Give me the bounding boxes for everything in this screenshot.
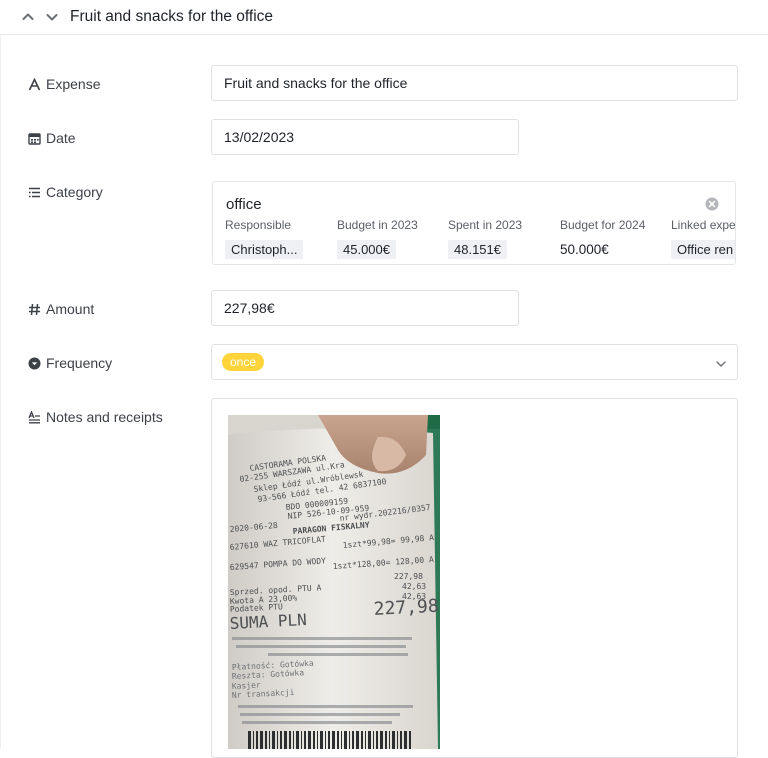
receipt-barcode bbox=[248, 731, 411, 749]
barcode-bar bbox=[325, 731, 326, 749]
category-label: Category bbox=[28, 183, 103, 201]
barcode-bar bbox=[392, 731, 395, 749]
column-header: Budget for 2024 bbox=[560, 218, 646, 232]
barcode-bar bbox=[277, 731, 278, 749]
receipt-line: 227,98 bbox=[394, 572, 423, 581]
barcode-bar bbox=[308, 731, 311, 749]
barcode-bar bbox=[320, 731, 323, 749]
responsible-chip: Christoph... bbox=[225, 240, 304, 259]
barcode-bar bbox=[337, 731, 339, 749]
barcode-bar bbox=[301, 731, 302, 749]
date-field[interactable]: 13/02/2023 bbox=[211, 119, 519, 155]
barcode-bar bbox=[373, 731, 374, 749]
amount-label-text: Amount bbox=[46, 301, 95, 317]
notes-label-text: Notes and receipts bbox=[46, 409, 163, 425]
date-label-text: Date bbox=[46, 130, 76, 146]
barcode-bar bbox=[260, 731, 263, 749]
budget-2023-chip: 45.000€ bbox=[337, 240, 396, 259]
category-column-spent-2023: Spent in 2023 48.151€ bbox=[448, 218, 522, 259]
date-label: Date bbox=[28, 129, 76, 147]
close-icon[interactable] bbox=[705, 197, 719, 211]
barcode-bar bbox=[265, 731, 267, 749]
barcode-bar bbox=[313, 731, 315, 749]
budget-2024-value: 50.000€ bbox=[560, 242, 609, 257]
barcode-bar bbox=[344, 731, 347, 749]
barcode-bar bbox=[272, 731, 275, 749]
frequency-select[interactable]: once bbox=[211, 344, 738, 380]
receipt-photo: CASTORAMA POLSKA 02-255 WARSZAWA ul.Kra … bbox=[228, 415, 440, 749]
barcode-bar bbox=[361, 731, 363, 749]
list-icon bbox=[28, 186, 41, 199]
amount-field[interactable]: 227,98€ bbox=[211, 290, 519, 326]
frequency-badge: once bbox=[222, 353, 265, 371]
barcode-bar bbox=[317, 731, 318, 749]
record-header: Fruit and snacks for the office bbox=[0, 0, 768, 35]
amount-value: 227,98€ bbox=[224, 300, 275, 316]
date-value: 13/02/2023 bbox=[224, 129, 295, 145]
text-icon bbox=[28, 77, 41, 91]
barcode-bar bbox=[284, 731, 287, 749]
column-header: Linked expe bbox=[671, 218, 736, 232]
barcode-bar bbox=[397, 731, 398, 749]
expense-value: Fruit and snacks for the office bbox=[224, 75, 408, 91]
column-header: Budget in 2023 bbox=[337, 218, 418, 232]
barcode-bar bbox=[256, 731, 258, 749]
category-column-budget-2024: Budget for 2024 50.000€ bbox=[560, 218, 645, 257]
category-name: office bbox=[226, 196, 262, 213]
barcode-bar bbox=[400, 731, 402, 749]
column-header: Responsible bbox=[225, 218, 292, 232]
category-column-linked: Linked expe Office ren bbox=[671, 218, 736, 259]
barcode-bar bbox=[248, 731, 251, 749]
barcode-bar bbox=[328, 731, 330, 749]
frequency-label-text: Frequency bbox=[46, 355, 113, 371]
category-column-budget-2023: Budget in 2023 45.000€ bbox=[337, 218, 418, 259]
barcode-bar bbox=[365, 731, 366, 749]
barcode-bar bbox=[269, 731, 270, 749]
category-link-card[interactable]: office Responsible Christoph... Budget i… bbox=[212, 181, 736, 265]
receipt-line: 42,63 bbox=[402, 582, 426, 591]
spent-2023-chip: 48.151€ bbox=[448, 240, 507, 259]
receipt-line: SUMA PLN bbox=[229, 610, 307, 633]
hash-icon bbox=[28, 303, 41, 316]
frequency-label: Frequency bbox=[28, 354, 112, 372]
barcode-bar bbox=[296, 731, 299, 749]
expense-field[interactable]: Fruit and snacks for the office bbox=[211, 65, 738, 101]
barcode-bar bbox=[385, 731, 387, 749]
barcode-bar bbox=[280, 731, 282, 749]
barcode-bar bbox=[341, 731, 342, 749]
barcode-bar bbox=[293, 731, 294, 749]
barcode-bar bbox=[349, 731, 350, 749]
amount-label: Amount bbox=[28, 300, 94, 318]
barcode-bar bbox=[380, 731, 383, 749]
barcode-bar bbox=[376, 731, 378, 749]
barcode-bar bbox=[389, 731, 390, 749]
dropdown-circle-icon bbox=[28, 357, 41, 370]
barcode-bar bbox=[352, 731, 354, 749]
category-label-text: Category bbox=[46, 184, 103, 200]
long-text-icon bbox=[28, 410, 41, 424]
barcode-bar bbox=[253, 731, 254, 749]
receipt-line: 227,98 bbox=[373, 596, 439, 620]
left-divider bbox=[0, 34, 1, 749]
linked-expense-chip: Office ren bbox=[671, 240, 735, 259]
barcode-bar bbox=[404, 731, 407, 749]
barcode-bar bbox=[409, 731, 411, 749]
category-column-responsible: Responsible Christoph... bbox=[225, 218, 304, 259]
receipt-image[interactable]: CASTORAMA POLSKA 02-255 WARSZAWA ul.Kra … bbox=[228, 415, 440, 749]
expense-label-text: Expense bbox=[46, 76, 101, 92]
chevron-up-icon[interactable] bbox=[21, 10, 35, 24]
calendar-icon bbox=[28, 132, 41, 145]
barcode-bar bbox=[289, 731, 291, 749]
barcode-bar bbox=[304, 731, 306, 749]
column-header: Spent in 2023 bbox=[448, 218, 523, 232]
chevron-down-icon[interactable] bbox=[45, 10, 59, 24]
chevron-down-icon[interactable] bbox=[715, 357, 727, 369]
barcode-bar bbox=[332, 731, 335, 749]
barcode-bar bbox=[356, 731, 359, 749]
notes-label: Notes and receipts bbox=[28, 408, 163, 426]
barcode-bar bbox=[368, 731, 371, 749]
expense-label: Expense bbox=[28, 75, 100, 93]
record-title: Fruit and snacks for the office bbox=[70, 8, 274, 25]
